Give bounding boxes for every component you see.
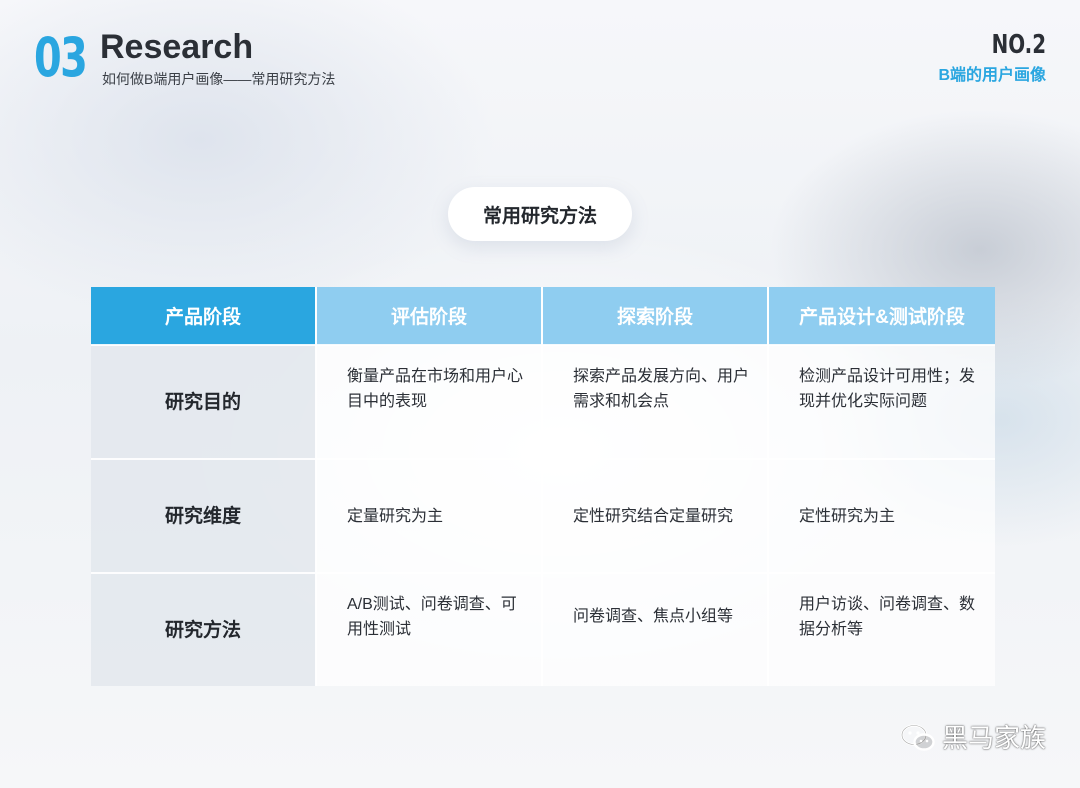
- row-header: 研究维度: [91, 458, 317, 573]
- table-row: 研究方法 A/B测试、问卷调查、可用性测试 问卷调查、焦点小组等 用户访谈、问卷…: [91, 572, 995, 686]
- page-title: Research: [100, 28, 254, 66]
- section-title: 常用研究方法: [448, 187, 632, 241]
- column-header-stage: 产品阶段: [91, 287, 317, 345]
- table-cell: 定性研究为主: [768, 458, 995, 573]
- table-row: 研究维度 定量研究为主 定性研究结合定量研究 定性研究为主: [91, 458, 995, 573]
- cell-text: 定性研究为主: [799, 507, 896, 525]
- row-header: 研究方法: [91, 572, 317, 686]
- column-header-design-test: 产品设计&测试阶段: [768, 287, 995, 345]
- table-cell: 检测产品设计可用性；发现并优化实际问题: [768, 344, 995, 459]
- table-cell: 探索产品发展方向、用户需求和机会点: [542, 344, 769, 459]
- cell-text: A/B测试、问卷调查、可用性测试: [347, 596, 517, 638]
- table-cell: 问卷调查、焦点小组等: [542, 572, 769, 686]
- cell-text: 定性研究结合定量研究: [573, 507, 734, 525]
- page-number-subtitle: B端的用户画像: [938, 67, 1046, 84]
- research-methods-table: 产品阶段 评估阶段 探索阶段 产品设计&测试阶段 研究目的 衡量产品在市场和用户…: [91, 287, 995, 686]
- cell-text: 用户访谈、问卷调查、数据分析等: [799, 596, 976, 638]
- cell-text: 问卷调查、焦点小组等: [573, 608, 734, 625]
- table-cell: 定量研究为主: [316, 458, 543, 573]
- page-subtitle: 如何做B端用户画像——常用研究方法: [102, 71, 336, 87]
- table-cell: 用户访谈、问卷调查、数据分析等: [768, 572, 995, 686]
- cell-text: 定量研究为主: [347, 507, 444, 525]
- watermark: 黑马家族: [900, 718, 1046, 758]
- cell-text: 探索产品发展方向、用户需求和机会点: [573, 368, 750, 410]
- table-cell: 衡量产品在市场和用户心目中的表现: [316, 344, 543, 459]
- table-cell: 定性研究结合定量研究: [542, 458, 769, 573]
- table-row: 研究目的 衡量产品在市场和用户心目中的表现 探索产品发展方向、用户需求和机会点 …: [91, 344, 995, 459]
- column-header-evaluation: 评估阶段: [316, 287, 543, 345]
- table-cell: A/B测试、问卷调查、可用性测试: [316, 572, 543, 686]
- table-header-row: 产品阶段 评估阶段 探索阶段 产品设计&测试阶段: [91, 287, 995, 345]
- wechat-icon: [900, 724, 935, 751]
- row-header: 研究目的: [91, 344, 317, 459]
- column-header-exploration: 探索阶段: [542, 287, 769, 345]
- cell-text: 衡量产品在市场和用户心目中的表现: [347, 368, 524, 410]
- page-number: NO.2: [991, 30, 1046, 60]
- section-number: 03: [34, 26, 88, 89]
- cell-text: 检测产品设计可用性；发现并优化实际问题: [799, 368, 976, 410]
- brand-name: 黑马家族: [941, 723, 1046, 753]
